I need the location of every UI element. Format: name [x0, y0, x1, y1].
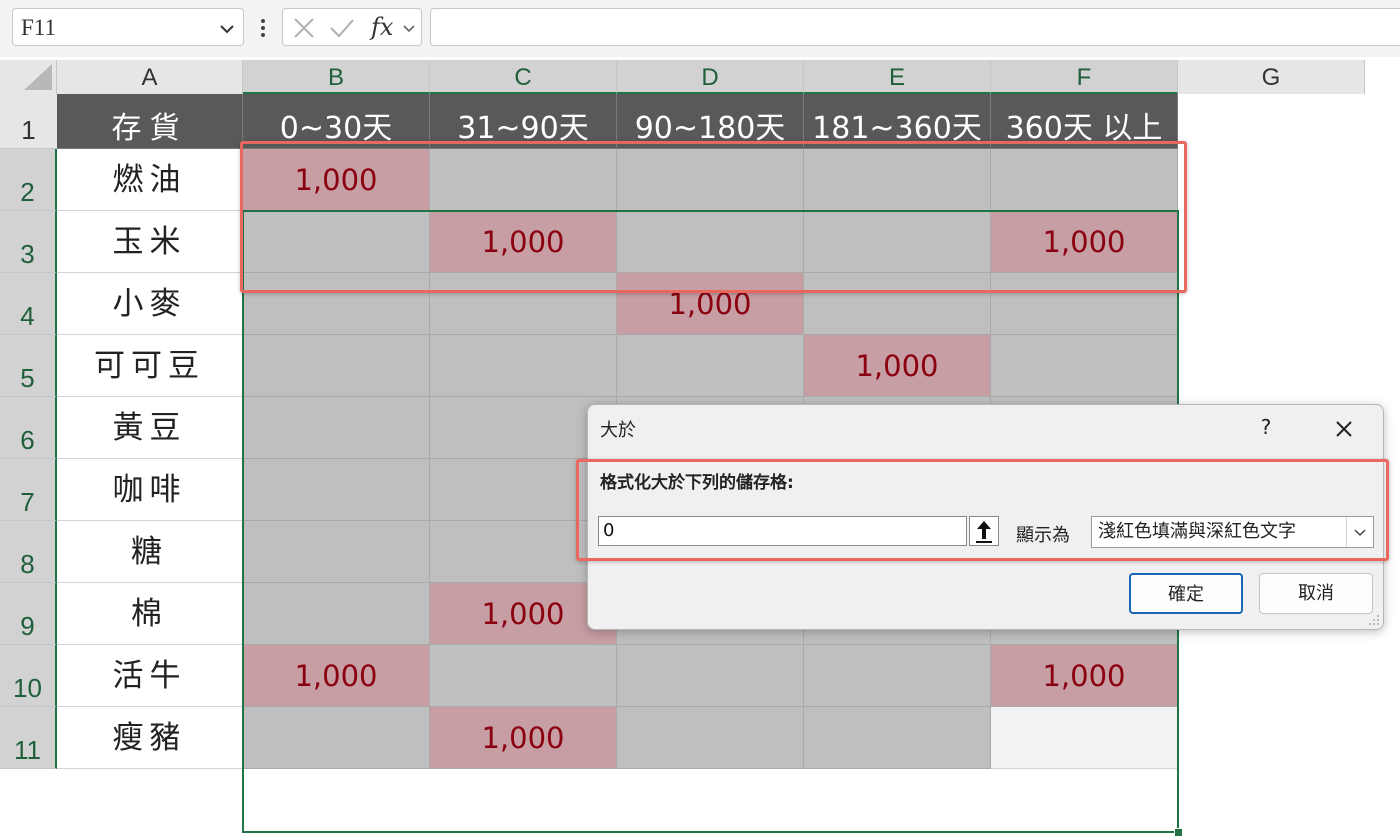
- column-header-d[interactable]: D: [617, 60, 804, 94]
- data-cell[interactable]: [617, 335, 804, 397]
- row-header-2[interactable]: 2: [0, 149, 57, 211]
- enter-check-icon[interactable]: [329, 17, 355, 39]
- data-cell[interactable]: 1,000: [430, 707, 617, 769]
- close-icon[interactable]: [1328, 413, 1360, 445]
- item-label-cell[interactable]: 玉米: [57, 211, 243, 273]
- row-header-1[interactable]: 1: [0, 94, 57, 149]
- column-header-b[interactable]: B: [243, 60, 430, 94]
- row-number: 2: [20, 177, 35, 207]
- help-button[interactable]: ?: [1252, 413, 1280, 441]
- row-number: 6: [20, 425, 35, 455]
- data-cell[interactable]: [991, 707, 1178, 769]
- data-cell[interactable]: [617, 707, 804, 769]
- row-number: 5: [20, 363, 35, 393]
- data-cell[interactable]: 1,000: [991, 645, 1178, 707]
- item-label-cell[interactable]: 糖: [57, 521, 243, 583]
- row-number: 9: [20, 611, 35, 641]
- row-number: 10: [13, 673, 42, 703]
- ok-button[interactable]: 確定: [1129, 573, 1243, 614]
- fill-handle[interactable]: [1174, 828, 1183, 837]
- data-cell[interactable]: 1,000: [804, 335, 991, 397]
- item-label-cell[interactable]: 燃油: [57, 149, 243, 211]
- callout-highlight-rows: [240, 141, 1187, 293]
- column-header-c[interactable]: C: [430, 60, 617, 94]
- row-number: 3: [20, 239, 35, 269]
- cancel-button[interactable]: 取消: [1259, 573, 1373, 614]
- row-number: 11: [14, 735, 41, 765]
- data-cell[interactable]: [243, 707, 430, 769]
- data-cell[interactable]: [804, 645, 991, 707]
- data-cell[interactable]: [617, 645, 804, 707]
- data-cell[interactable]: [243, 583, 430, 645]
- resize-grip-icon[interactable]: [1366, 612, 1380, 626]
- column-header-g[interactable]: G: [1178, 60, 1365, 94]
- name-box[interactable]: F11: [12, 8, 244, 46]
- data-cell[interactable]: [430, 645, 617, 707]
- formula-input[interactable]: [430, 8, 1400, 46]
- name-box-value: F11: [21, 15, 56, 40]
- item-label-cell[interactable]: 瘦豬: [57, 707, 243, 769]
- formula-bar: F11 fx: [0, 0, 1400, 57]
- cancel-entry-icon[interactable]: [293, 17, 315, 39]
- item-label-cell[interactable]: 活牛: [57, 645, 243, 707]
- row-number: 7: [20, 487, 35, 517]
- row-header-3[interactable]: 3: [0, 211, 57, 273]
- item-label-cell[interactable]: 小麥: [57, 273, 243, 335]
- data-cell[interactable]: [243, 459, 430, 521]
- row-header-10[interactable]: 10: [0, 645, 57, 707]
- data-cell[interactable]: [804, 707, 991, 769]
- chevron-down-icon[interactable]: [401, 21, 417, 37]
- select-all-button[interactable]: [0, 60, 57, 94]
- dialog-title: 大於: [600, 420, 636, 441]
- chevron-down-icon[interactable]: [217, 19, 237, 39]
- item-label-cell[interactable]: 棉: [57, 583, 243, 645]
- row-number: 1: [21, 115, 36, 145]
- row-header-4[interactable]: 4: [0, 273, 57, 335]
- row-number: 8: [20, 549, 35, 579]
- callout-dialog-condition: [576, 459, 1389, 561]
- row-header-7[interactable]: 7: [0, 459, 57, 521]
- item-label-cell[interactable]: 黃豆: [57, 397, 243, 459]
- column-header-a[interactable]: A: [57, 60, 243, 94]
- table-header-cell[interactable]: 存貨: [57, 94, 243, 149]
- row-header-8[interactable]: 8: [0, 521, 57, 583]
- row-header-5[interactable]: 5: [0, 335, 57, 397]
- data-cell[interactable]: [243, 521, 430, 583]
- data-cell[interactable]: 1,000: [243, 645, 430, 707]
- row-header-9[interactable]: 9: [0, 583, 57, 645]
- item-label-cell[interactable]: 咖啡: [57, 459, 243, 521]
- row-header-11[interactable]: 11: [0, 707, 57, 769]
- item-label-cell[interactable]: 可可豆: [57, 335, 243, 397]
- select-all-triangle-icon: [24, 64, 52, 90]
- formula-controls: fx: [282, 8, 422, 46]
- more-options-icon[interactable]: [256, 14, 270, 42]
- insert-function-button[interactable]: fx: [371, 13, 393, 41]
- data-cell[interactable]: [243, 335, 430, 397]
- column-header-f[interactable]: F: [991, 60, 1178, 94]
- data-cell[interactable]: [991, 335, 1178, 397]
- data-cell[interactable]: [243, 397, 430, 459]
- row-header-6[interactable]: 6: [0, 397, 57, 459]
- column-header-e[interactable]: E: [804, 60, 991, 94]
- row-number: 4: [20, 301, 35, 331]
- data-cell[interactable]: [430, 335, 617, 397]
